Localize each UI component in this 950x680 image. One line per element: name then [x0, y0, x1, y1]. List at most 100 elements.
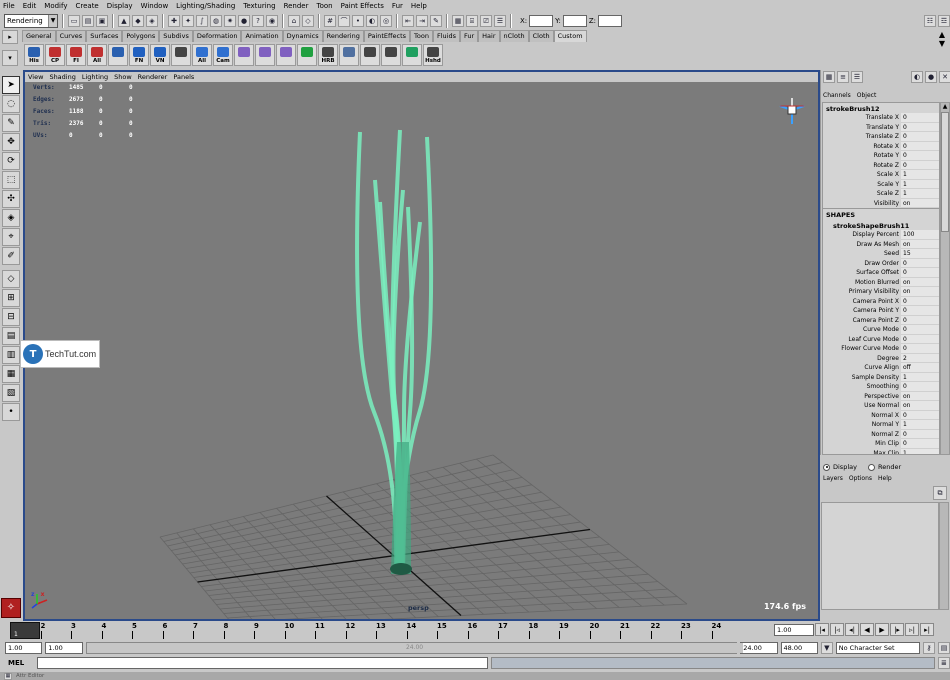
channels-menu[interactable]: Channels — [823, 92, 851, 99]
menu-window[interactable]: Window — [141, 2, 169, 10]
channel-row[interactable]: Seed 15 — [823, 249, 939, 259]
paint-effects-tool-icon[interactable]: ✐ — [2, 247, 20, 265]
animation-prefs-icon[interactable]: ▤ — [938, 642, 950, 654]
render-layer-radio[interactable]: Render — [868, 463, 901, 471]
channel-row[interactable]: Scale Y1 — [823, 179, 939, 189]
channel-row[interactable]: Curve Align off — [823, 363, 939, 373]
menu-file[interactable]: File — [3, 2, 15, 10]
soft-mod-tool-icon[interactable]: ◈ — [2, 209, 20, 227]
channel-value[interactable]: on — [901, 391, 939, 401]
channel-value[interactable]: on — [901, 239, 939, 249]
channel-box-scrollbar[interactable]: ▲ — [940, 102, 950, 455]
channel-value[interactable]: 0 — [901, 439, 939, 449]
panel-menu-show[interactable]: Show — [114, 73, 132, 81]
channel-value[interactable]: 0 — [901, 325, 939, 335]
panel-menu-view[interactable]: View — [28, 73, 43, 81]
range-slider-bar[interactable]: 24.00 — [85, 642, 743, 654]
channel-row[interactable]: Normal X0 — [823, 410, 939, 420]
select-tool-icon[interactable]: ➤ — [2, 76, 20, 94]
display-layer-radio[interactable]: Display — [823, 463, 857, 471]
channel-value[interactable]: off — [901, 363, 939, 373]
panel-menu-panels[interactable]: Panels — [173, 73, 194, 81]
persp-outliner-layout-icon[interactable]: ▤ — [2, 327, 20, 345]
shelf-button[interactable] — [381, 43, 401, 66]
layer-menu-options[interactable]: Options — [849, 475, 872, 482]
select-by-render-icon[interactable]: ? — [252, 15, 264, 27]
input-connections-icon[interactable]: ⇤ — [402, 15, 414, 27]
character-set-field[interactable]: No Character Set — [835, 642, 920, 654]
tab-cloth[interactable]: Cloth — [528, 30, 554, 42]
menu-edit[interactable]: Edit — [23, 2, 37, 10]
play-forward-icon[interactable]: ▶ — [875, 623, 889, 636]
go-to-start-icon[interactable]: |◂ — [815, 623, 829, 636]
single-pane-layout-icon[interactable]: ◇ — [2, 270, 20, 288]
four-pane-layout-icon[interactable]: ⊞ — [2, 289, 20, 307]
tab-polygons[interactable]: Polygons — [122, 30, 160, 42]
play-backward-icon[interactable]: ◀ — [860, 623, 874, 636]
object-menu[interactable]: Object — [857, 92, 877, 99]
shelf-button[interactable] — [255, 43, 275, 66]
channel-value[interactable]: 0 — [901, 268, 939, 278]
channel-row[interactable]: Use Normal on — [823, 401, 939, 411]
channel-value[interactable]: 0 — [901, 160, 939, 170]
layer-editor-mode-icon[interactable]: ≡ — [837, 71, 849, 83]
last-tool-icon[interactable]: ⌖ — [2, 228, 20, 246]
channel-value[interactable]: 0 — [901, 382, 939, 392]
tab-painteffects[interactable]: PaintEffects — [363, 30, 411, 42]
channel-value[interactable]: 0 — [901, 132, 939, 142]
channel-row[interactable]: Surface Offset 0 — [823, 268, 939, 278]
menu-render[interactable]: Render — [284, 2, 309, 10]
tab-subdivs[interactable]: Subdivs — [159, 30, 193, 42]
playback-start-field[interactable]: 1.00 — [45, 642, 83, 654]
snap-point-icon[interactable]: • — [352, 15, 364, 27]
panel-menu-shading[interactable]: Shading — [49, 73, 75, 81]
layer-menu-help[interactable]: Help — [878, 475, 892, 482]
tab-custom[interactable]: Custom — [553, 30, 587, 42]
channel-row[interactable]: Min Clip 0 — [823, 439, 939, 449]
channel-value[interactable]: 100 — [901, 230, 939, 240]
menu-lighting-shading[interactable]: Lighting/Shading — [176, 2, 235, 10]
select-by-joint-icon[interactable]: ✦ — [182, 15, 194, 27]
channel-row[interactable]: Rotate Z0 — [823, 160, 939, 170]
channel-value[interactable]: 0 — [901, 306, 939, 316]
two-pane-layout-icon[interactable]: ⊟ — [2, 308, 20, 326]
paint-select-tool-icon[interactable]: ✎ — [2, 114, 20, 132]
manipulator-tool-icon[interactable]: ✣ — [2, 190, 20, 208]
highlight-selection-icon[interactable]: ◇ — [302, 15, 314, 27]
channel-node-name[interactable]: strokeBrush12 — [823, 103, 939, 113]
auto-key-icon[interactable]: ⚷ — [923, 642, 935, 654]
menu-texturing[interactable]: Texturing — [243, 2, 275, 10]
channel-value[interactable]: 0 — [901, 315, 939, 325]
hypershade-layout-icon[interactable]: ▥ — [2, 346, 20, 364]
scale-tool-icon[interactable]: ⬚ — [2, 171, 20, 189]
shelf-button[interactable] — [108, 43, 128, 66]
tab-animation[interactable]: Animation — [241, 30, 283, 42]
render-globals-icon[interactable]: ☰ — [494, 15, 506, 27]
channel-row[interactable]: Draw Order 0 — [823, 258, 939, 268]
channel-value[interactable]: 0 — [901, 334, 939, 344]
select-component-icon[interactable]: ◈ — [146, 15, 158, 27]
channel-value[interactable]: 1 — [901, 420, 939, 430]
channel-row[interactable]: Rotate X0 — [823, 141, 939, 151]
shelf-button[interactable]: FI — [66, 43, 86, 66]
close-icon[interactable]: ✕ — [939, 71, 950, 83]
graph-editor-layout-icon[interactable]: ▦ — [2, 365, 20, 383]
lasso-tool-icon[interactable]: ◌ — [2, 95, 20, 113]
shelf-button[interactable]: HRB — [318, 43, 338, 66]
select-by-curve-icon[interactable]: ∫ — [196, 15, 208, 27]
tab-hair[interactable]: Hair — [478, 30, 500, 42]
command-input[interactable] — [36, 657, 488, 669]
shelf-tab-menu-icon[interactable]: ▸ — [2, 30, 18, 44]
new-scene-icon[interactable]: ▭ — [68, 15, 80, 27]
end-time-field[interactable]: 48.00 — [780, 642, 818, 654]
channel-value[interactable]: 0 — [901, 258, 939, 268]
tab-curves[interactable]: Curves — [55, 30, 87, 42]
channel-row[interactable]: Display Percent 100 — [823, 230, 939, 240]
tab-surfaces[interactable]: Surfaces — [86, 30, 123, 42]
channel-value[interactable]: 0 — [901, 122, 939, 132]
select-by-deform-icon[interactable]: ✷ — [224, 15, 236, 27]
channel-value[interactable]: 15 — [901, 249, 939, 259]
channel-value[interactable]: 1 — [901, 179, 939, 189]
select-hierarchy-icon[interactable]: ▲ — [118, 15, 130, 27]
channel-box-toggle-icon[interactable]: ☲ — [938, 15, 950, 27]
